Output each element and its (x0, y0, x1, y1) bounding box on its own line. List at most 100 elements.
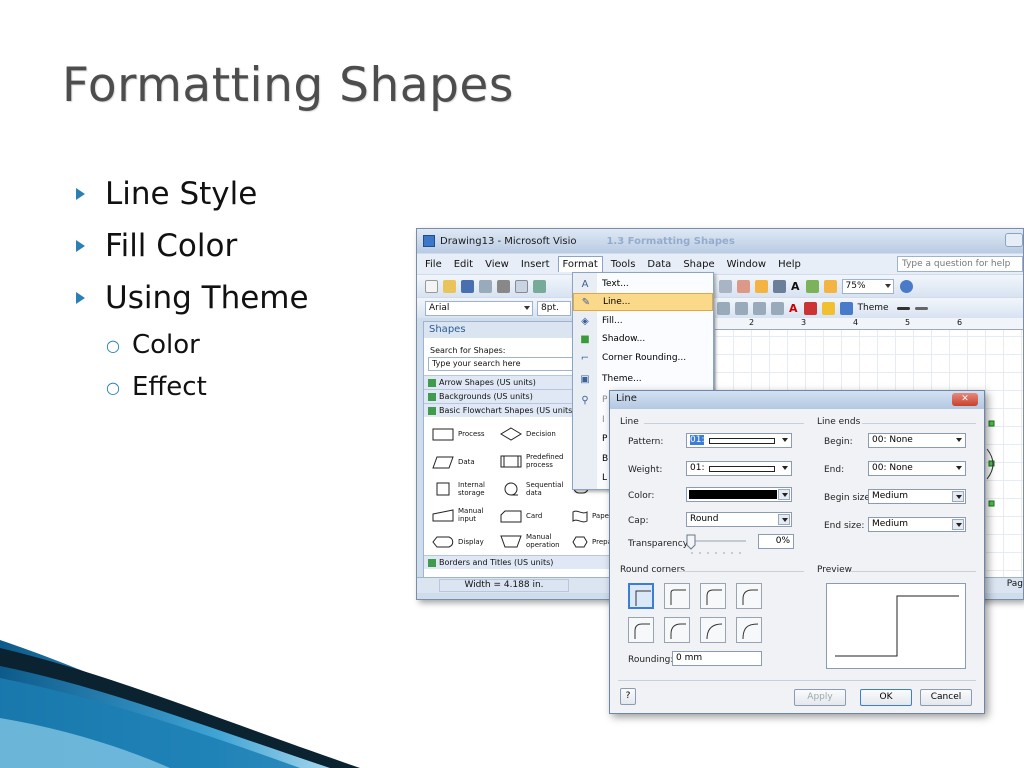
font-color-icon[interactable]: A (789, 302, 798, 315)
shape-paper[interactable]: Pape (572, 509, 609, 523)
begin-size-select[interactable]: Medium (868, 489, 966, 504)
shape-decision[interactable]: Decision (500, 427, 556, 441)
shape-process[interactable]: Process (432, 427, 485, 441)
zoom-select[interactable]: 75% (841, 278, 894, 294)
apply-button[interactable]: Apply (794, 689, 846, 706)
sub-bullet-color: ○ Color (106, 330, 200, 360)
color-select[interactable] (686, 487, 792, 502)
shape-manual-operation[interactable]: Manual operation (500, 533, 564, 549)
end-select[interactable]: 00: None (868, 461, 966, 476)
shape-manual-input[interactable]: Manual input (432, 507, 496, 523)
shape-predefined-process[interactable]: Predefined process (500, 453, 570, 469)
menu-file[interactable]: File (425, 259, 442, 270)
manual-operation-icon (500, 535, 522, 548)
menu-help[interactable]: Help (778, 259, 801, 270)
shape-card[interactable]: Card (500, 509, 542, 523)
faded-background-title: 1.3 Formatting Shapes (606, 235, 735, 247)
open-icon[interactable] (443, 279, 456, 293)
line-weight-icon[interactable] (896, 306, 910, 310)
pan-zoom-icon[interactable] (823, 279, 837, 293)
menu-format[interactable]: Format (557, 256, 603, 272)
cancel-button[interactable]: Cancel (920, 689, 972, 706)
corner-option-square[interactable] (628, 583, 654, 609)
menu-item-shadow[interactable]: ■ Shadow... (573, 330, 713, 348)
sub-bullet-circle-icon: ○ (106, 377, 120, 397)
fill-color-icon[interactable] (821, 301, 835, 315)
menu-insert[interactable]: Insert (521, 259, 550, 270)
indent-icon[interactable] (771, 301, 784, 315)
bullets-icon[interactable] (753, 301, 766, 315)
cap-select[interactable]: Round (686, 512, 792, 527)
print-preview-icon[interactable] (515, 279, 528, 293)
line-color-icon[interactable] (803, 301, 817, 315)
shape-data[interactable]: Data (432, 455, 475, 469)
standard-toolbar: A 75% (417, 275, 1023, 297)
theme-icon: ▣ (580, 373, 590, 385)
shape-internal-storage[interactable]: Internal storage (432, 481, 496, 497)
menu-window[interactable]: Window (727, 259, 766, 270)
stencil-borders-titles[interactable]: Borders and Titles (US units) (424, 555, 612, 569)
connector-tool-icon[interactable] (773, 279, 786, 293)
corner-square-icon (635, 590, 651, 606)
weight-select[interactable]: 01: (686, 461, 792, 476)
chevron-down-icon (956, 438, 962, 442)
corner-option-1[interactable] (664, 583, 690, 609)
corner-option-3[interactable] (736, 583, 762, 609)
shadow-icon: ■ (580, 333, 590, 345)
begin-select[interactable]: 00: None (868, 433, 966, 448)
spelling-icon[interactable] (533, 279, 546, 293)
new-icon[interactable] (425, 279, 438, 293)
pointer-tool-icon[interactable] (755, 279, 768, 293)
shape-display[interactable]: Display (432, 535, 484, 549)
formatting-toolbar: Arial 8pt. A Theme (417, 298, 1023, 318)
end-size-select[interactable]: Medium (868, 517, 966, 532)
save-icon[interactable] (461, 279, 474, 293)
window-control-button[interactable] (1005, 233, 1023, 247)
corner-option-2[interactable] (700, 583, 726, 609)
shape-sequential-data[interactable]: Sequential data (500, 481, 564, 497)
permission-icon[interactable] (479, 279, 492, 293)
menu-item-corner-rounding[interactable]: ⌐ Corner Rounding... (573, 349, 713, 367)
align-right-icon[interactable] (717, 301, 730, 315)
ok-button[interactable]: OK (860, 689, 912, 706)
redo-icon[interactable] (719, 279, 732, 293)
text-tool-icon[interactable]: A (791, 280, 800, 293)
menu-item-fill[interactable]: ◈ Fill... (573, 312, 713, 330)
chevron-down-icon (782, 438, 788, 442)
shape-preparation[interactable]: Prepa (572, 535, 612, 549)
corner-option-5[interactable] (664, 617, 690, 643)
stamp-icon[interactable] (805, 279, 819, 293)
corner-option-7[interactable] (736, 617, 762, 643)
font-size-select[interactable]: 8pt. (537, 300, 571, 316)
rounding-input[interactable]: 0 mm (672, 651, 762, 666)
menu-edit[interactable]: Edit (454, 259, 473, 270)
menu-data[interactable]: Data (647, 259, 671, 270)
paint-bucket-icon: ◈ (581, 315, 589, 327)
menu-shape[interactable]: Shape (683, 259, 714, 270)
line-pattern-icon[interactable] (914, 306, 928, 310)
theme-icon[interactable] (839, 301, 853, 315)
ask-question-input[interactable]: Type a question for help (897, 256, 1023, 272)
font-select[interactable]: Arial (425, 300, 533, 316)
corner-option-4[interactable] (628, 617, 654, 643)
menu-item-theme[interactable]: ▣ Theme... (573, 370, 713, 388)
menu-item-line[interactable]: ✎ Line... (573, 293, 713, 311)
chevron-down-icon (952, 491, 964, 502)
pattern-select[interactable]: 01: (686, 433, 792, 448)
help-icon[interactable] (899, 279, 913, 293)
sub-bullet-circle-icon: ○ (106, 335, 120, 355)
transparency-slider[interactable] (686, 533, 750, 555)
justify-icon[interactable] (735, 301, 748, 315)
transparency-input[interactable]: 0% (758, 534, 794, 549)
close-icon[interactable]: ✕ (952, 393, 978, 406)
menu-tools[interactable]: Tools (611, 259, 636, 270)
print-icon[interactable] (497, 279, 510, 293)
corner-rounding-icon: ⌐ (580, 352, 590, 364)
menu-item-text[interactable]: A Text... (573, 275, 713, 293)
shapes-icon[interactable] (737, 279, 750, 293)
help-button[interactable]: ? (620, 688, 636, 705)
theme-button[interactable]: Theme (858, 303, 889, 313)
corner-option-6[interactable] (700, 617, 726, 643)
menu-view[interactable]: View (485, 259, 509, 270)
corner-round-icon (706, 589, 722, 605)
